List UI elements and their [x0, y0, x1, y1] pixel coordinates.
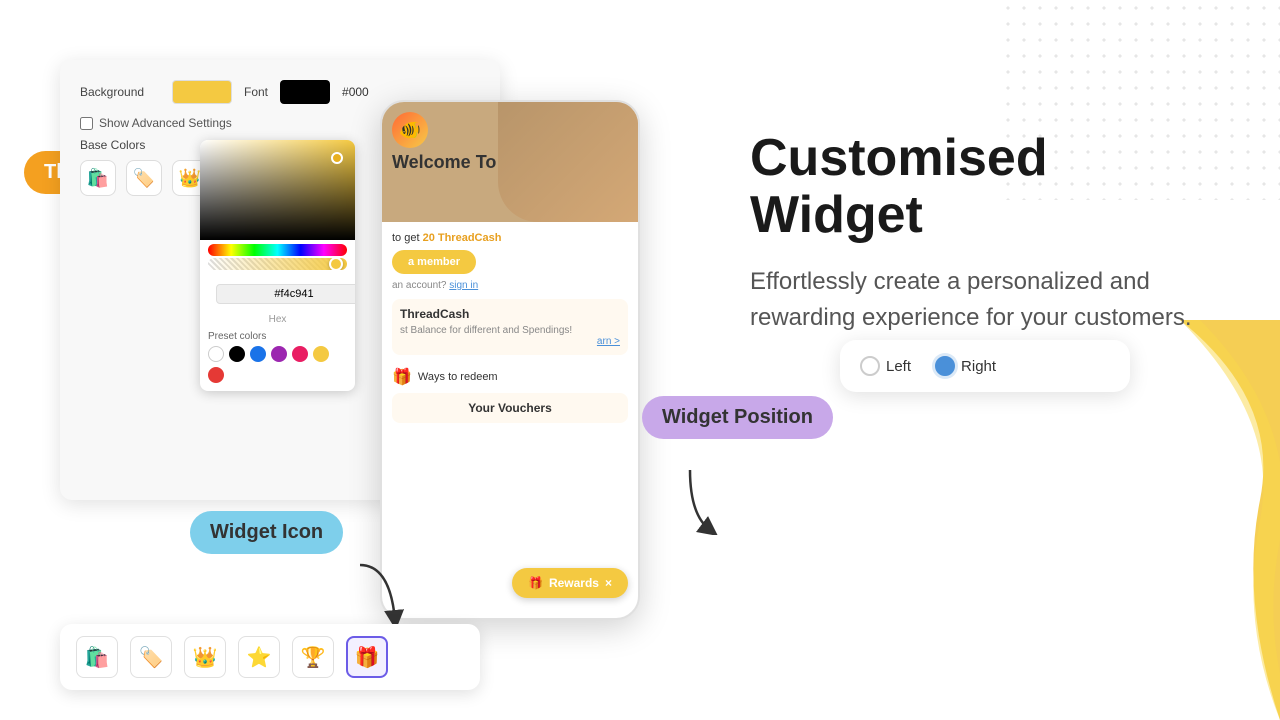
phone-mockup: 🐠 Welcome To to get 20 ThreadCash a memb…: [380, 100, 640, 620]
widget-icon-bubble[interactable]: Widget Icon: [190, 511, 343, 554]
learn-more-link[interactable]: arn >: [597, 336, 620, 347]
position-left-option[interactable]: Left: [860, 356, 911, 376]
icon-strip: 🛍️ 🏷️ 👑 ⭐ 🏆 🎁: [60, 624, 480, 690]
preset-black[interactable]: [229, 346, 245, 362]
signin-text: an account? sign in: [392, 280, 628, 291]
widget-position-bubble[interactable]: Widget Position: [642, 396, 833, 439]
widget-btn-label: Rewards: [549, 576, 599, 590]
header-image: [498, 102, 638, 222]
font-hex-value: #000: [342, 85, 369, 99]
strip-icon-star[interactable]: ⭐: [238, 636, 280, 678]
advanced-settings-label: Show Advanced Settings: [99, 116, 232, 130]
position-right-radio[interactable]: [935, 356, 955, 376]
background-swatch[interactable]: [172, 80, 232, 104]
right-panel: Customised Widget Effortlessly create a …: [750, 130, 1230, 336]
preset-white[interactable]: [208, 346, 224, 362]
preset-colors-row: [200, 346, 355, 391]
color-gradient-bg[interactable]: [200, 140, 355, 240]
widget-rewards-button[interactable]: 🎁 Rewards ×: [512, 568, 628, 598]
position-right-option[interactable]: Right: [935, 356, 996, 376]
hex-label: Hex: [200, 314, 355, 329]
preset-colors-label: Preset colors: [200, 329, 355, 346]
strip-icon-tag[interactable]: 🏷️: [130, 636, 172, 678]
signin-link[interactable]: sign in: [449, 280, 478, 291]
phone-body: to get 20 ThreadCash a member an account…: [382, 222, 638, 439]
widget-btn-close: ×: [605, 576, 612, 590]
threadcash-title: ThreadCash: [400, 307, 620, 321]
welcome-text: Welcome To: [392, 152, 496, 173]
color-icon-2[interactable]: 🏷️: [126, 160, 162, 196]
position-right-label: Right: [961, 358, 996, 375]
page-title: Customised Widget: [750, 130, 1230, 244]
opacity-thumb[interactable]: [329, 258, 343, 270]
hex-input[interactable]: [216, 284, 355, 304]
widget-btn-icon: 🎁: [528, 576, 543, 590]
position-panel: Left Right: [840, 340, 1130, 392]
color-picker-handle[interactable]: [331, 152, 343, 164]
preset-pink[interactable]: [292, 346, 308, 362]
widget-icon-label: Widget Icon: [210, 521, 323, 543]
member-button[interactable]: a member: [392, 250, 476, 274]
widget-icon-arrow: [340, 560, 420, 630]
position-left-label: Left: [886, 358, 911, 375]
strip-icon-bag[interactable]: 🛍️: [76, 636, 118, 678]
strip-icon-trophy[interactable]: 🏆: [292, 636, 334, 678]
advanced-settings-checkbox[interactable]: [80, 117, 93, 130]
vouchers-section: Your Vouchers: [392, 393, 628, 423]
color-picker-popup: ⬆ Hex Preset colors: [200, 140, 355, 391]
font-swatch[interactable]: [280, 80, 330, 104]
gift-icon: 🎁: [392, 367, 412, 387]
position-left-radio[interactable]: [860, 356, 880, 376]
phone-header: 🐠 Welcome To: [382, 102, 638, 222]
section-sub: st Balance for different and Spendings!: [400, 325, 620, 336]
ways-to-redeem-row: 🎁 Ways to redeem: [392, 361, 628, 393]
color-icon-1[interactable]: 🛍️: [80, 160, 116, 196]
preset-red[interactable]: [208, 367, 224, 383]
color-gradient-area[interactable]: [200, 140, 355, 240]
font-label: Font: [244, 85, 268, 99]
background-label: Background: [80, 85, 160, 99]
page-description: Effortlessly create a personalized and r…: [750, 264, 1230, 336]
preset-yellow[interactable]: [313, 346, 329, 362]
widget-position-arrow: [680, 465, 740, 535]
strip-icon-crown[interactable]: 👑: [184, 636, 226, 678]
preset-purple[interactable]: [271, 346, 287, 362]
app-logo: 🐠: [392, 112, 428, 148]
rainbow-slider[interactable]: [208, 244, 347, 256]
app-logo-icon: 🐠: [399, 120, 421, 141]
vouchers-title: Your Vouchers: [400, 401, 620, 415]
opacity-slider[interactable]: [208, 258, 347, 270]
widget-position-label: Widget Position: [662, 406, 813, 428]
ways-text: Ways to redeem: [418, 371, 498, 383]
threadcash-section: ThreadCash st Balance for different and …: [392, 299, 628, 355]
signup-text: to get 20 ThreadCash: [392, 232, 628, 244]
color-preview-row: ⬆: [200, 274, 355, 314]
strip-icon-gift[interactable]: 🎁: [346, 636, 388, 678]
preset-blue[interactable]: [250, 346, 266, 362]
